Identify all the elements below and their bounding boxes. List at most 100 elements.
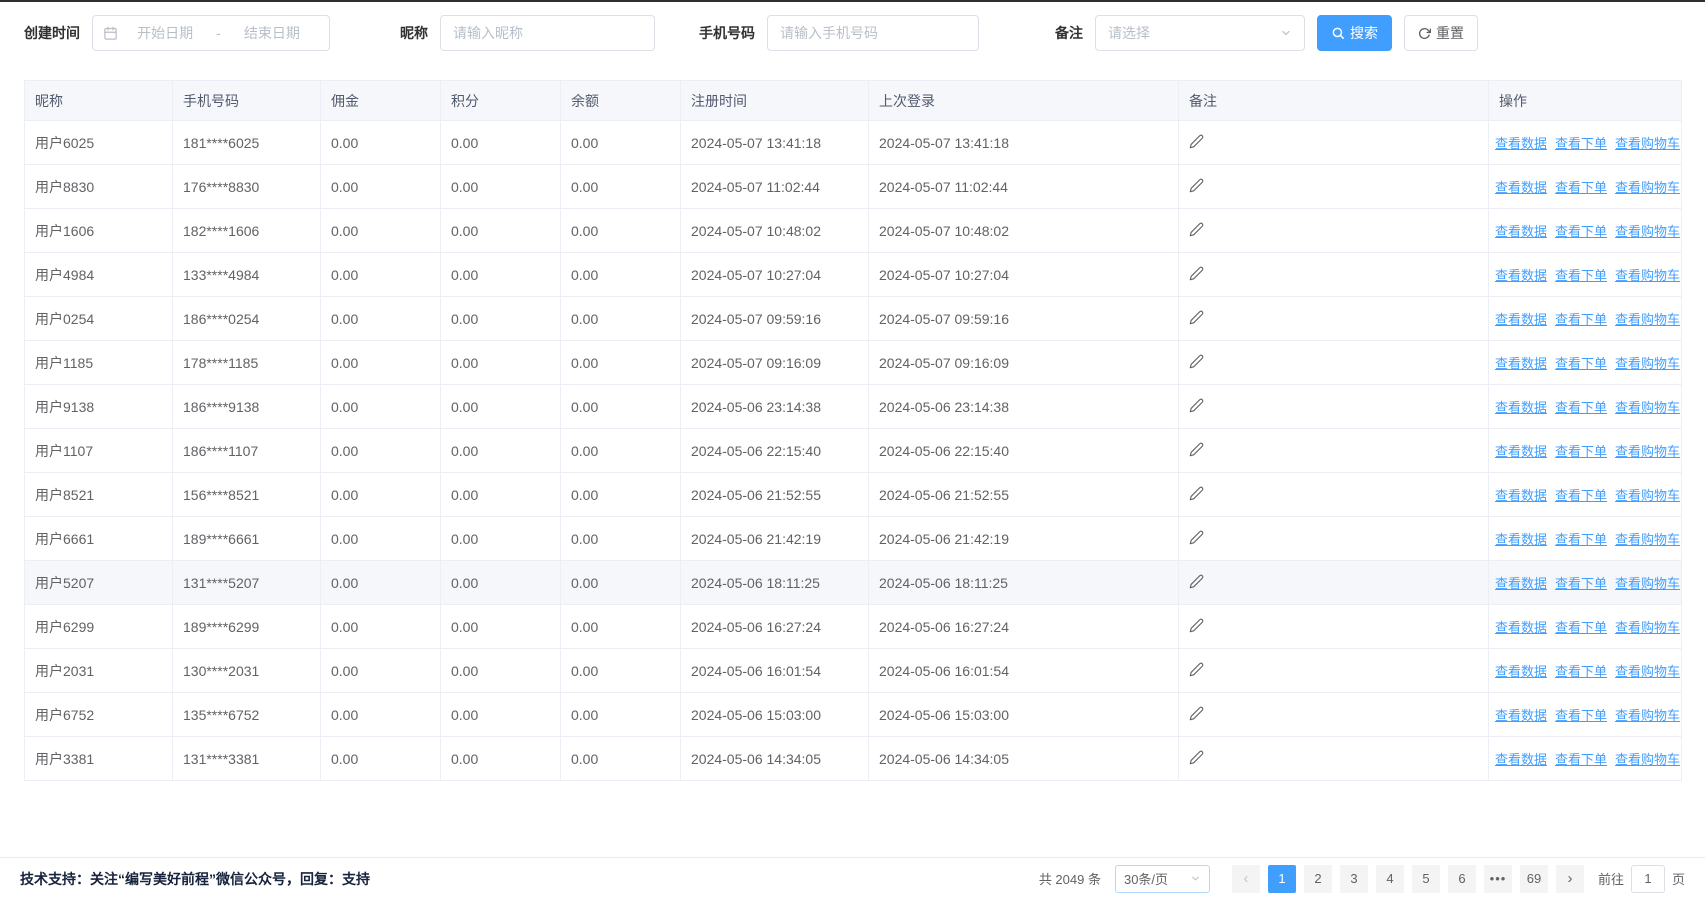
last-login-cell: 2024-05-06 23:14:38 (869, 385, 1179, 429)
edit-remark-icon[interactable] (1189, 178, 1204, 193)
view-data-link[interactable]: 查看数据 (1495, 576, 1547, 591)
page-button-5[interactable]: 5 (1412, 865, 1440, 893)
view-orders-link[interactable]: 查看下单 (1555, 752, 1607, 767)
view-data-link[interactable]: 查看数据 (1495, 180, 1547, 195)
more-pages-button[interactable]: ••• (1484, 865, 1512, 893)
view-cart-link[interactable]: 查看购物车 (1615, 268, 1680, 283)
view-orders-link[interactable]: 查看下单 (1555, 312, 1607, 327)
view-data-link[interactable]: 查看数据 (1495, 224, 1547, 239)
page-button-2[interactable]: 2 (1304, 865, 1332, 893)
edit-remark-icon[interactable] (1189, 706, 1204, 721)
edit-remark-icon[interactable] (1189, 574, 1204, 589)
view-orders-link[interactable]: 查看下单 (1555, 356, 1607, 371)
nickname-cell: 用户1606 (25, 209, 173, 253)
view-data-link[interactable]: 查看数据 (1495, 532, 1547, 547)
page-button-3[interactable]: 3 (1340, 865, 1368, 893)
page-button-1[interactable]: 1 (1268, 865, 1296, 893)
support-text: 技术支持：关注“编写美好前程”微信公众号，回复：支持 (20, 869, 370, 889)
view-data-link[interactable]: 查看数据 (1495, 444, 1547, 459)
view-data-link[interactable]: 查看数据 (1495, 356, 1547, 371)
view-cart-link[interactable]: 查看购物车 (1615, 752, 1680, 767)
view-data-link[interactable]: 查看数据 (1495, 708, 1547, 723)
edit-remark-icon[interactable] (1189, 442, 1204, 457)
view-orders-link[interactable]: 查看下单 (1555, 620, 1607, 635)
edit-remark-icon[interactable] (1189, 310, 1204, 325)
view-cart-link[interactable]: 查看购物车 (1615, 708, 1680, 723)
view-cart-link[interactable]: 查看购物车 (1615, 312, 1680, 327)
view-cart-link[interactable]: 查看购物车 (1615, 488, 1680, 503)
edit-remark-icon[interactable] (1189, 266, 1204, 281)
view-data-link[interactable]: 查看数据 (1495, 620, 1547, 635)
date-range-picker[interactable]: 开始日期 - 结束日期 (92, 15, 330, 51)
edit-remark-icon[interactable] (1189, 486, 1204, 501)
view-cart-link[interactable]: 查看购物车 (1615, 224, 1680, 239)
view-orders-link[interactable]: 查看下单 (1555, 224, 1607, 239)
view-orders-link[interactable]: 查看下单 (1555, 444, 1607, 459)
view-cart-link[interactable]: 查看购物车 (1615, 532, 1680, 547)
view-orders-link[interactable]: 查看下单 (1555, 488, 1607, 503)
page-button-last[interactable]: 69 (1520, 865, 1548, 893)
last-login-cell: 2024-05-07 09:59:16 (869, 297, 1179, 341)
view-orders-link[interactable]: 查看下单 (1555, 180, 1607, 195)
nickname-input[interactable] (440, 15, 655, 51)
date-range-separator: - (212, 25, 225, 41)
next-page-button[interactable]: › (1556, 865, 1584, 893)
edit-remark-icon[interactable] (1189, 618, 1204, 633)
search-button[interactable]: 搜索 (1317, 15, 1392, 51)
view-orders-link[interactable]: 查看下单 (1555, 664, 1607, 679)
commission-cell: 0.00 (321, 341, 441, 385)
view-orders-link[interactable]: 查看下单 (1555, 576, 1607, 591)
view-orders-link[interactable]: 查看下单 (1555, 268, 1607, 283)
points-cell: 0.00 (441, 429, 561, 473)
view-data-link[interactable]: 查看数据 (1495, 752, 1547, 767)
balance-cell: 0.00 (561, 209, 681, 253)
reset-button[interactable]: 重置 (1404, 15, 1478, 51)
view-cart-link[interactable]: 查看购物车 (1615, 620, 1680, 635)
view-cart-link[interactable]: 查看购物车 (1615, 356, 1680, 371)
chevron-down-icon (1280, 27, 1292, 39)
phone-input[interactable] (767, 15, 979, 51)
prev-page-button[interactable]: ‹ (1232, 865, 1260, 893)
page-buttons: 123456 (1264, 865, 1480, 893)
date-end-input[interactable]: 结束日期 (225, 23, 319, 43)
phone-cell: 131****3381 (173, 737, 321, 781)
view-data-link[interactable]: 查看数据 (1495, 400, 1547, 415)
balance-cell: 0.00 (561, 473, 681, 517)
page-button-6[interactable]: 6 (1448, 865, 1476, 893)
view-data-link[interactable]: 查看数据 (1495, 488, 1547, 503)
edit-remark-icon[interactable] (1189, 662, 1204, 677)
phone-cell: 189****6661 (173, 517, 321, 561)
remark-select[interactable]: 请选择 (1095, 15, 1305, 51)
view-cart-link[interactable]: 查看购物车 (1615, 136, 1680, 151)
view-data-link[interactable]: 查看数据 (1495, 136, 1547, 151)
page-button-4[interactable]: 4 (1376, 865, 1404, 893)
view-data-link[interactable]: 查看数据 (1495, 312, 1547, 327)
edit-remark-icon[interactable] (1189, 134, 1204, 149)
view-data-link[interactable]: 查看数据 (1495, 664, 1547, 679)
view-cart-link[interactable]: 查看购物车 (1615, 400, 1680, 415)
view-cart-link[interactable]: 查看购物车 (1615, 444, 1680, 459)
page-size-value: 30条/页 (1124, 869, 1168, 888)
goto-suffix: 页 (1672, 869, 1685, 888)
edit-remark-icon[interactable] (1189, 222, 1204, 237)
view-data-link[interactable]: 查看数据 (1495, 268, 1547, 283)
actions-cell: 查看数据查看下单查看购物车 (1489, 429, 1682, 473)
column-header: 备注 (1179, 81, 1489, 121)
view-orders-link[interactable]: 查看下单 (1555, 400, 1607, 415)
edit-remark-icon[interactable] (1189, 750, 1204, 765)
view-orders-link[interactable]: 查看下单 (1555, 532, 1607, 547)
view-cart-link[interactable]: 查看购物车 (1615, 180, 1680, 195)
edit-remark-icon[interactable] (1189, 398, 1204, 413)
date-start-input[interactable]: 开始日期 (118, 23, 212, 43)
view-orders-link[interactable]: 查看下单 (1555, 708, 1607, 723)
nickname-cell: 用户5207 (25, 561, 173, 605)
balance-cell: 0.00 (561, 561, 681, 605)
goto-page-input[interactable] (1631, 865, 1665, 893)
edit-remark-icon[interactable] (1189, 354, 1204, 369)
view-orders-link[interactable]: 查看下单 (1555, 136, 1607, 151)
table-row: 用户5207131****52070.000.000.002024-05-06 … (25, 561, 1682, 605)
edit-remark-icon[interactable] (1189, 530, 1204, 545)
view-cart-link[interactable]: 查看购物车 (1615, 664, 1680, 679)
page-size-select[interactable]: 30条/页 (1115, 865, 1210, 893)
view-cart-link[interactable]: 查看购物车 (1615, 576, 1680, 591)
